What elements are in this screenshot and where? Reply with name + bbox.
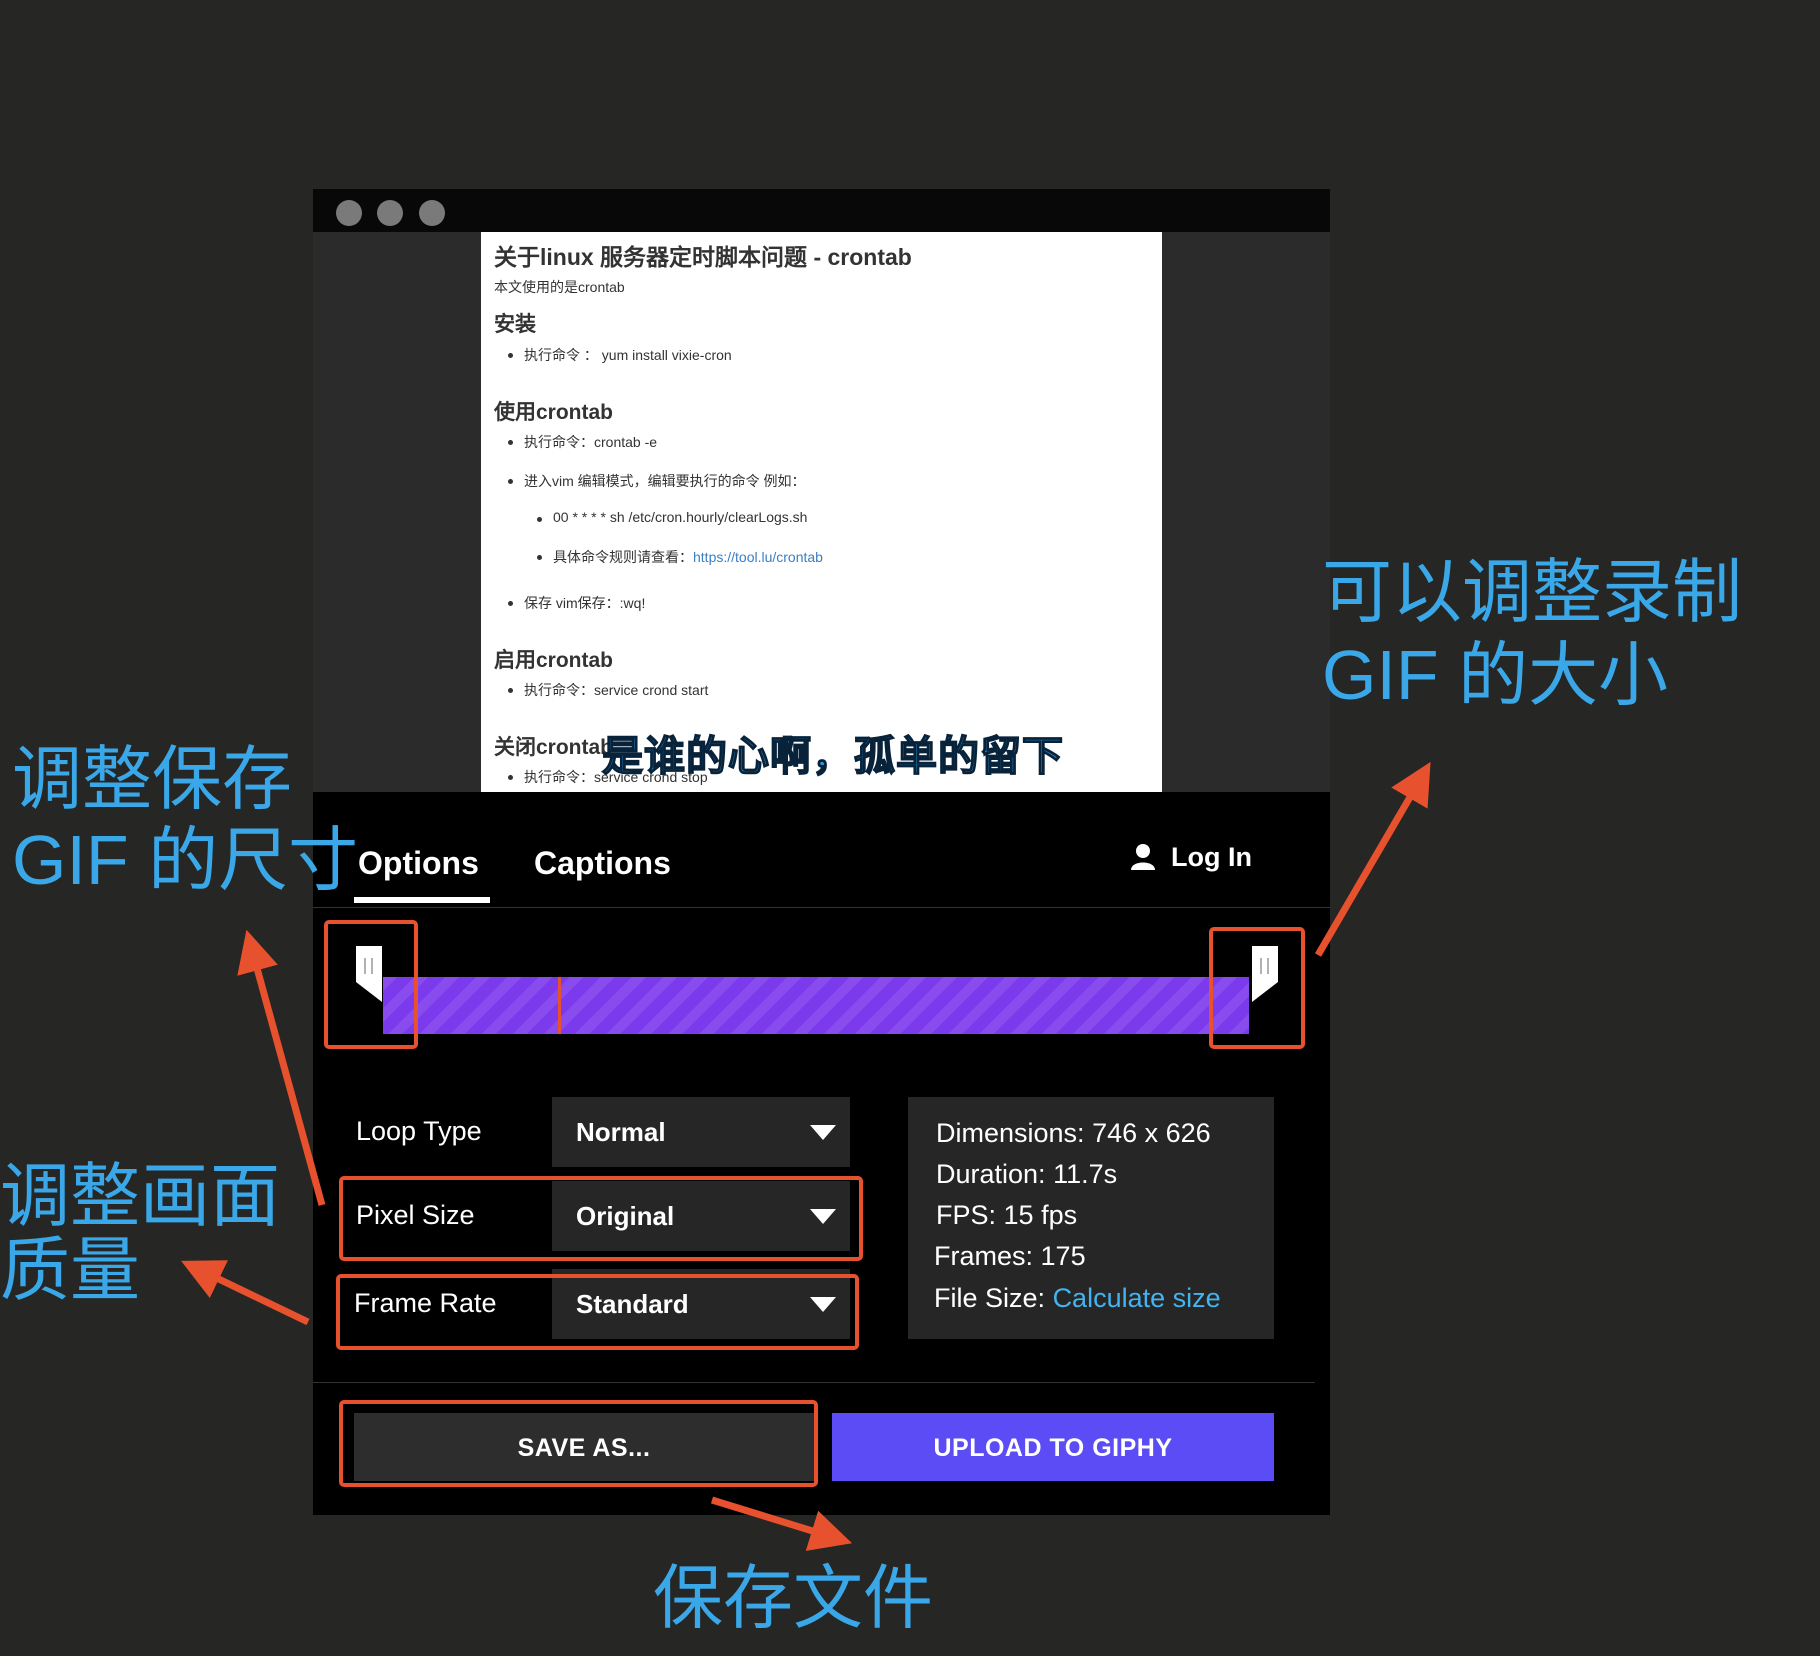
- arrow-save: [710, 1496, 853, 1551]
- note-adjust-recording-size: 可以调整录制: [1322, 553, 1742, 631]
- note-adjust-saved-size-2: GIF 的尺寸: [12, 821, 359, 899]
- arrow-quality: [181, 1260, 310, 1326]
- note-adjust-saved-size: 调整保存: [12, 740, 292, 818]
- arrow-to-trim-end: [1314, 761, 1431, 957]
- note-adjust-recording-size-2: GIF 的大小: [1322, 636, 1669, 714]
- note-adjust-quality-2: 质量: [0, 1231, 140, 1309]
- note-save-file: 保存文件: [653, 1559, 933, 1637]
- note-adjust-quality: 调整画面: [0, 1157, 280, 1235]
